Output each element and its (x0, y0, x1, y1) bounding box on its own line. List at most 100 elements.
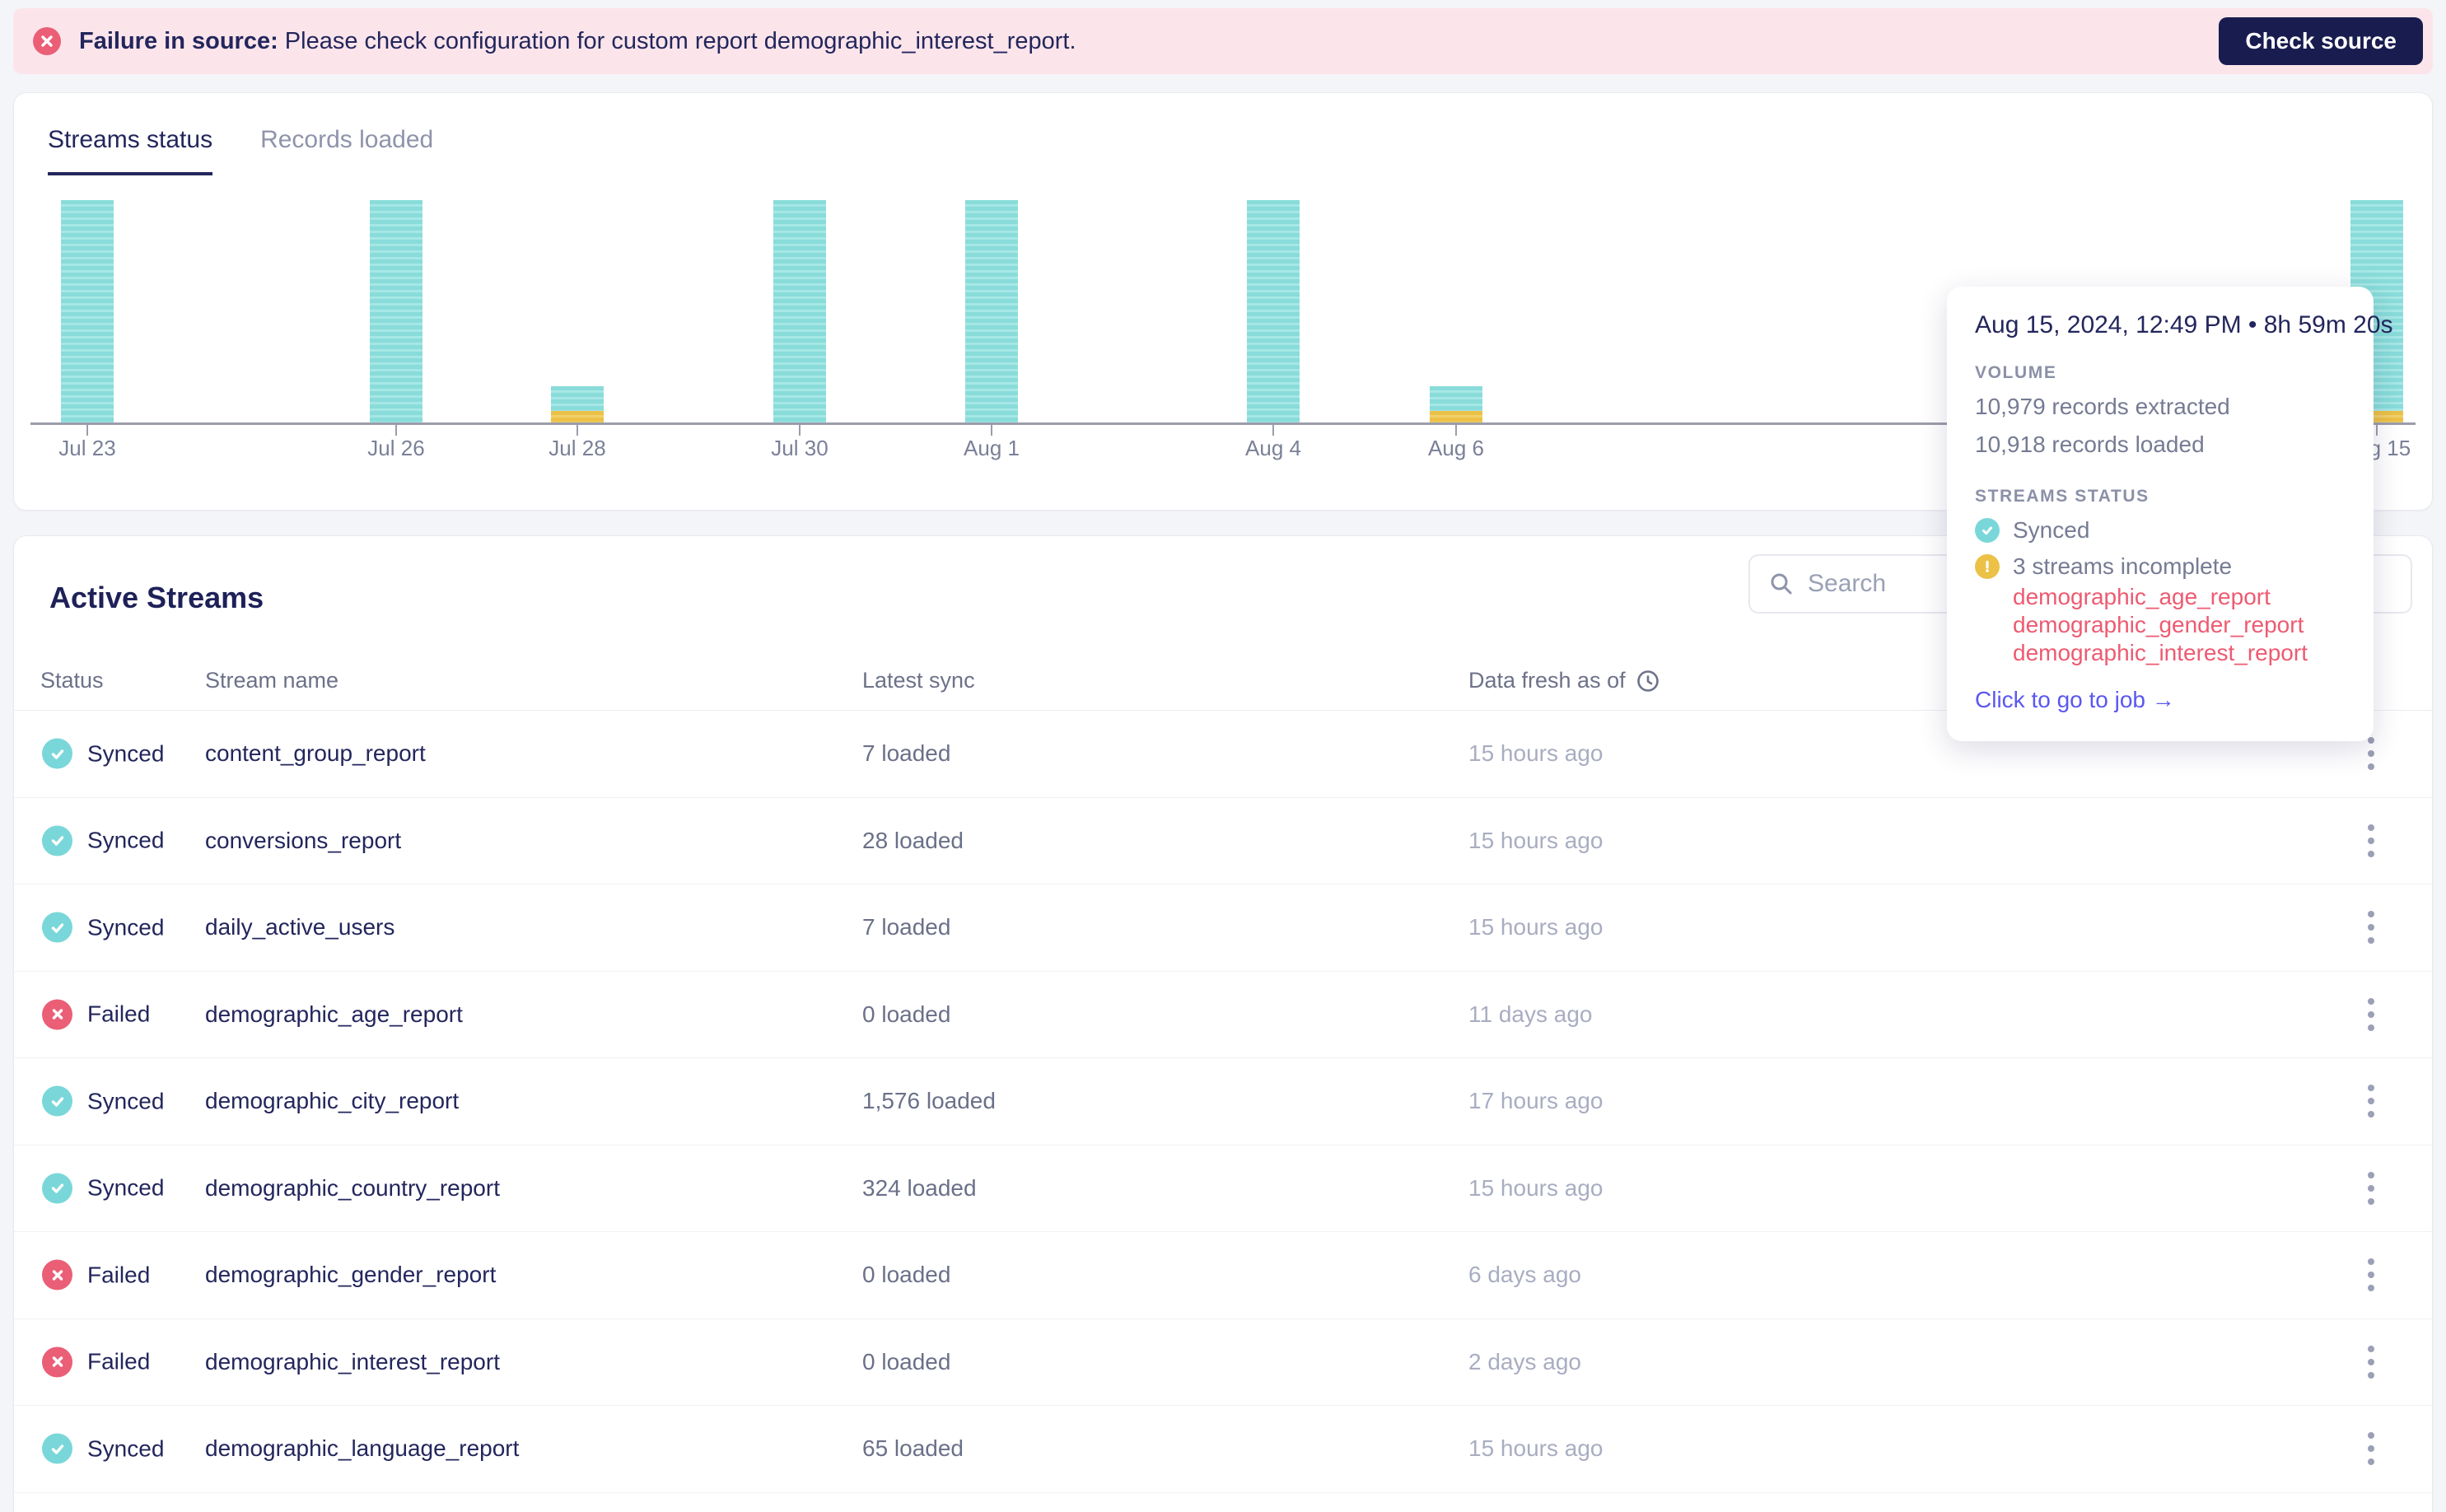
column-header-status: Status (40, 668, 104, 693)
table-row: Synced conversions_report 28 loaded 15 h… (14, 798, 2432, 884)
tooltip-incomplete-label: 3 streams incomplete (2013, 553, 2233, 579)
data-fresh-value: 6 days ago (1468, 1262, 1581, 1288)
chart-bar-aug-6[interactable] (1430, 386, 1482, 422)
status-icon (42, 738, 72, 769)
check-source-button[interactable]: Check source (2219, 17, 2423, 65)
status-cell: Failed (42, 1346, 151, 1378)
latest-sync-value: 0 loaded (862, 1262, 951, 1288)
incomplete-stream-link[interactable]: demographic_interest_report (2013, 639, 2346, 667)
data-fresh-value: 2 days ago (1468, 1348, 1581, 1374)
axis-tick (576, 425, 578, 436)
row-menu-kebab-icon[interactable] (2363, 1341, 2379, 1384)
incomplete-stream-link[interactable]: demographic_age_report (2013, 583, 2346, 611)
data-fresh-value: 15 hours ago (1468, 740, 1603, 767)
row-menu-kebab-icon[interactable] (2363, 993, 2379, 1036)
status-label: Synced (87, 827, 165, 853)
data-fresh-value: 17 hours ago (1468, 1088, 1603, 1114)
status-label: Synced (87, 1174, 165, 1201)
chart-bar-aug-4[interactable] (1247, 200, 1300, 422)
stream-name: daily_active_users (205, 914, 395, 940)
incomplete-stream-link[interactable]: demographic_gender_report (2013, 611, 2346, 639)
status-label: Synced (87, 740, 165, 767)
error-banner-message-rest: Please check configuration for custom re… (278, 27, 1076, 54)
axis-label: Jul 28 (548, 436, 606, 460)
tooltip-records-extracted: 10,979 records extracted (1975, 394, 2230, 419)
latest-sync-value: 7 loaded (862, 740, 951, 767)
status-icon (42, 825, 72, 856)
status-icon (42, 912, 72, 943)
data-fresh-value: 15 hours ago (1468, 914, 1603, 940)
data-fresh-value: 15 hours ago (1468, 827, 1603, 853)
latest-sync-value: 65 loaded (862, 1435, 964, 1462)
error-banner-message-bold: Failure in source: (79, 27, 278, 54)
synced-check-icon (1975, 518, 2000, 543)
status-icon (42, 999, 72, 1030)
row-menu-kebab-icon[interactable] (2363, 1427, 2379, 1470)
stream-name: demographic_age_report (205, 1001, 463, 1027)
stream-name: demographic_interest_report (205, 1348, 500, 1374)
column-header-latest-sync: Latest sync (862, 668, 975, 693)
tooltip-records-loaded: 10,918 records loaded (1975, 432, 2205, 457)
row-menu-kebab-icon[interactable] (2363, 1080, 2379, 1122)
column-header-data-fresh-label: Data fresh as of (1468, 668, 1626, 693)
data-fresh-value: 11 days ago (1468, 1001, 1593, 1027)
tooltip-title: Aug 15, 2024, 12:49 PM • 8h 59m 20s (1975, 311, 2393, 338)
stream-name: demographic_country_report (205, 1174, 500, 1201)
status-cell: Synced (42, 825, 164, 856)
status-cell: Synced (42, 1085, 164, 1117)
error-x-circle-icon (33, 27, 61, 55)
status-icon (42, 1346, 72, 1378)
latest-sync-value: 0 loaded (862, 1348, 951, 1374)
status-cell: Synced (42, 912, 164, 943)
axis-tick (395, 425, 397, 436)
axis-label: Aug 6 (1428, 436, 1484, 460)
table-row: Synced demographic_country_report 324 lo… (14, 1146, 2432, 1232)
go-to-job-link[interactable]: Click to go to job → (1975, 687, 2346, 713)
tooltip-synced-label: Synced (2013, 517, 2090, 543)
status-cell: Synced (42, 1173, 165, 1204)
tooltip-streams-status-label: STREAMS STATUS (1975, 487, 2150, 506)
chart-bar-jul-23[interactable] (61, 200, 114, 422)
table-row: Synced daily_active_users 7 loaded 15 ho… (14, 884, 2432, 972)
status-icon (42, 1433, 72, 1464)
axis-label: Jul 30 (771, 436, 829, 460)
row-menu-kebab-icon[interactable] (2363, 906, 2379, 949)
column-header-stream-name: Stream name (205, 668, 339, 693)
error-banner-message: Failure in source: Please check configur… (79, 28, 1076, 55)
tooltip-synced-row: Synced (1975, 517, 2346, 544)
stream-name: demographic_language_report (205, 1435, 520, 1462)
table-row: Failed demographic_age_report 0 loaded 1… (14, 972, 2432, 1058)
row-menu-kebab-icon[interactable] (2363, 1253, 2379, 1296)
stream-name: demographic_city_report (205, 1088, 460, 1114)
streams-table: Synced content_group_report 7 loaded 15 … (14, 711, 2432, 1493)
chart-bar-jul-28[interactable] (551, 386, 604, 422)
status-label: Synced (87, 914, 165, 940)
status-label: Failed (87, 1348, 151, 1374)
axis-tick (1272, 425, 1274, 436)
axis-tick (1455, 425, 1457, 436)
tooltip-incomplete-row: 3 streams incomplete (1975, 553, 2346, 580)
status-cell: Synced (42, 1433, 164, 1464)
chart-bar-jul-30[interactable] (773, 200, 826, 422)
chart-bar-aug-1[interactable] (965, 200, 1018, 422)
data-fresh-value: 15 hours ago (1468, 1435, 1603, 1462)
latest-sync-value: 1,576 loaded (862, 1088, 996, 1114)
status-icon (42, 1085, 72, 1117)
latest-sync-value: 28 loaded (862, 827, 964, 853)
axis-label: Jul 23 (58, 436, 116, 460)
active-streams-title: Active Streams (49, 581, 264, 614)
status-label: Failed (87, 1001, 151, 1027)
row-menu-kebab-icon[interactable] (2363, 819, 2379, 862)
search-icon (1771, 573, 1792, 595)
row-menu-kebab-icon[interactable] (2363, 1167, 2379, 1210)
axis-tick (86, 425, 88, 436)
incomplete-stream-links: demographic_age_report demographic_gender… (2013, 583, 2346, 667)
axis-tick (2376, 425, 2378, 436)
chart-bar-jul-26[interactable] (370, 200, 422, 422)
latest-sync-value: 0 loaded (862, 1001, 951, 1027)
data-fresh-value: 15 hours ago (1468, 1174, 1603, 1201)
status-icon (42, 1173, 72, 1204)
axis-tick (991, 425, 992, 436)
clock-icon (1636, 670, 1659, 692)
latest-sync-value: 324 loaded (862, 1174, 977, 1201)
